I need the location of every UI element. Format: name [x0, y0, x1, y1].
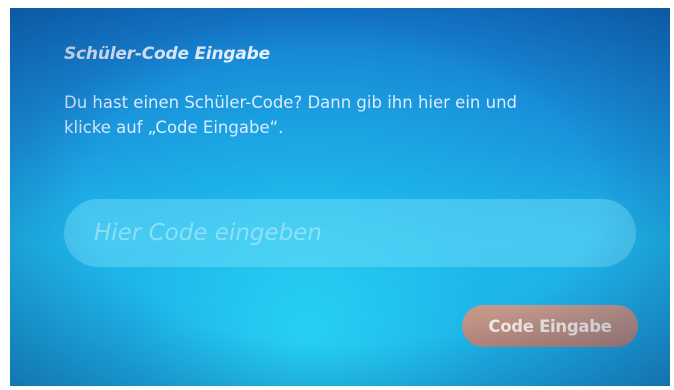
code-submit-button[interactable]: Code Eingabe — [462, 305, 638, 347]
description-line-1: Du hast einen Schüler-Code? Dann gib ihn… — [64, 93, 518, 112]
dialog-description: Du hast einen Schüler-Code? Dann gib ihn… — [64, 90, 634, 140]
code-input[interactable] — [64, 199, 636, 267]
description-line-2: klicke auf „Code Eingabe“. — [64, 118, 284, 137]
photo-frame: Schüler-Code Eingabe Du hast einen Schül… — [0, 0, 674, 390]
dialog-title: Schüler-Code Eingabe — [64, 44, 270, 64]
code-entry-screen: Schüler-Code Eingabe Du hast einen Schül… — [10, 8, 670, 386]
